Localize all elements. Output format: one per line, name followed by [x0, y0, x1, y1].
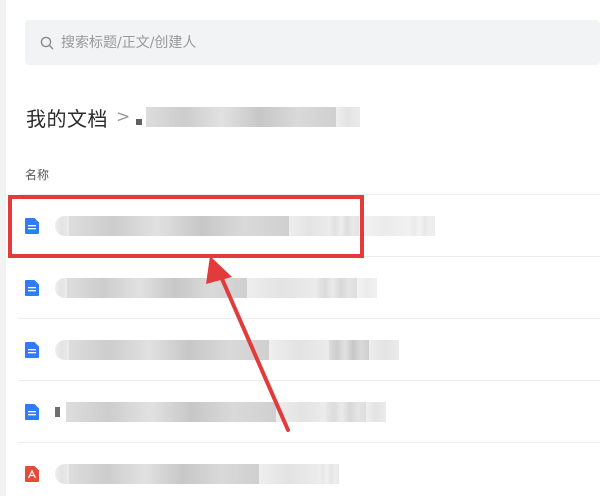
column-header-name[interactable]: 名称	[25, 166, 49, 183]
redacted-segment	[55, 215, 69, 236]
file-row[interactable]	[18, 380, 600, 442]
file-name-redacted	[55, 463, 339, 485]
breadcrumb-root[interactable]: 我的文档	[26, 103, 108, 132]
redacted-segment	[55, 339, 69, 360]
redacted-segment	[269, 339, 329, 360]
left-edge-strip	[0, 0, 6, 496]
redacted-folder-name	[146, 107, 337, 127]
file-row[interactable]	[18, 442, 600, 504]
pdf-icon	[25, 465, 39, 482]
redacted-segment	[369, 339, 399, 360]
redacted-segment	[66, 401, 276, 422]
file-name-redacted	[55, 277, 377, 299]
redacted-segment	[319, 463, 339, 484]
redacted-segment	[329, 339, 369, 360]
file-row[interactable]	[18, 318, 600, 380]
search-icon	[39, 35, 55, 51]
document-icon	[25, 217, 39, 234]
document-icon	[25, 403, 39, 420]
search-input[interactable]	[59, 33, 563, 52]
redacted-segment	[69, 463, 259, 484]
redacted-char	[136, 119, 143, 125]
redacted-segment	[366, 401, 386, 422]
breadcrumb-current-folder-redacted	[136, 107, 361, 127]
redacted-folder-name-tail	[336, 107, 361, 127]
file-row[interactable]	[18, 194, 600, 256]
redacted-char	[55, 406, 60, 417]
redacted-segment	[55, 277, 67, 298]
redacted-segment	[317, 277, 357, 298]
breadcrumb: 我的文档 >	[26, 101, 361, 133]
redacted-segment	[247, 277, 317, 298]
redacted-segment	[259, 463, 319, 484]
redacted-segment	[329, 215, 359, 236]
breadcrumb-separator: >	[116, 107, 131, 127]
redacted-segment	[276, 401, 326, 422]
file-row[interactable]	[18, 256, 600, 318]
redacted-segment	[69, 339, 269, 360]
file-name-redacted	[55, 339, 399, 361]
redacted-segment	[357, 277, 377, 298]
search-bar[interactable]	[25, 20, 600, 65]
redacted-segment	[69, 215, 289, 236]
document-icon	[25, 341, 39, 358]
redacted-segment	[359, 215, 409, 236]
redacted-segment	[326, 401, 366, 422]
document-icon	[25, 279, 39, 296]
redacted-segment	[409, 215, 435, 236]
file-name-redacted	[55, 401, 386, 423]
redacted-segment	[55, 463, 69, 484]
file-list	[18, 194, 600, 504]
redacted-segment	[67, 277, 247, 298]
redacted-segment	[289, 215, 329, 236]
file-name-redacted	[55, 215, 435, 237]
